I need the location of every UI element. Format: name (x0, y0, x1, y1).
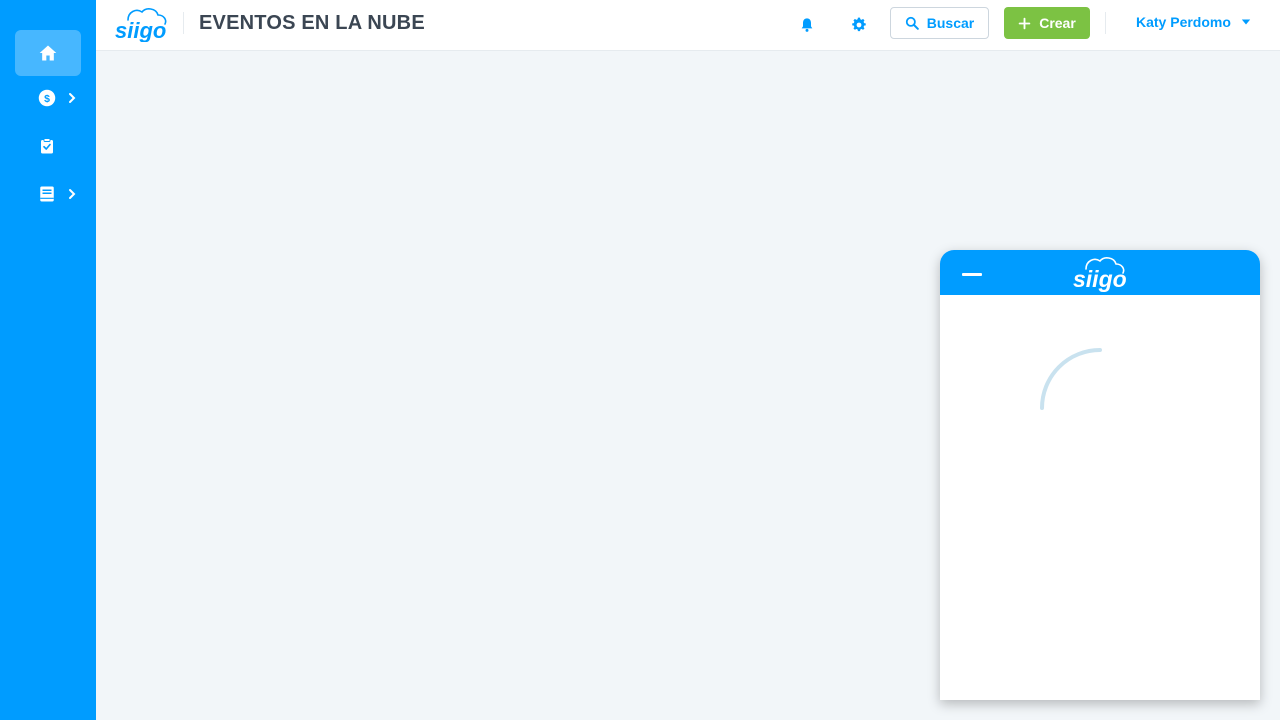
page-title: EVENTOS EN LA NUBE (199, 12, 425, 34)
search-button-label: Buscar (926, 15, 975, 31)
create-button[interactable]: Crear (1004, 7, 1090, 39)
siigo-logo: siigo (1073, 257, 1127, 292)
svg-text:siigo: siigo (115, 18, 166, 42)
top-header: siigo EVENTOS EN LA NUBE Buscar Crear Ka… (96, 0, 1280, 51)
search-button[interactable]: Buscar (890, 7, 989, 39)
clipboard-check-icon (41, 138, 53, 154)
sidebar-item-reports[interactable] (15, 171, 81, 217)
chat-widget-header: siigo (940, 250, 1260, 295)
sidebar-item-home[interactable] (15, 30, 81, 76)
minimize-icon (962, 272, 982, 276)
sidebar-item-finance[interactable]: $ (15, 75, 81, 121)
chevron-right-icon (69, 93, 76, 103)
user-name: Katy Perdomo (1136, 14, 1231, 30)
search-icon (905, 16, 919, 30)
header-divider (1105, 12, 1106, 34)
svg-text:$: $ (44, 93, 50, 105)
plus-icon (1018, 17, 1031, 29)
settings-button[interactable] (847, 13, 871, 37)
loading-spinner (1040, 348, 1102, 410)
siigo-logo[interactable]: siigo (114, 6, 168, 42)
svg-text:siigo: siigo (1073, 266, 1127, 292)
minimize-button[interactable] (960, 264, 984, 284)
logo-divider (183, 12, 184, 34)
chevron-right-icon (69, 189, 76, 199)
sidebar: $ (0, 0, 96, 720)
dollar-circle-icon: $ (38, 89, 56, 107)
user-menu[interactable]: Katy Perdomo (1136, 14, 1251, 30)
chat-widget: siigo (940, 250, 1260, 700)
bell-icon (801, 18, 813, 32)
caret-down-icon (1241, 19, 1251, 25)
home-icon (39, 45, 57, 61)
sidebar-item-tasks[interactable] (15, 123, 81, 169)
gear-icon (852, 17, 866, 32)
book-icon (40, 186, 54, 202)
create-button-label: Crear (1039, 15, 1076, 31)
notifications-button[interactable] (795, 13, 819, 37)
